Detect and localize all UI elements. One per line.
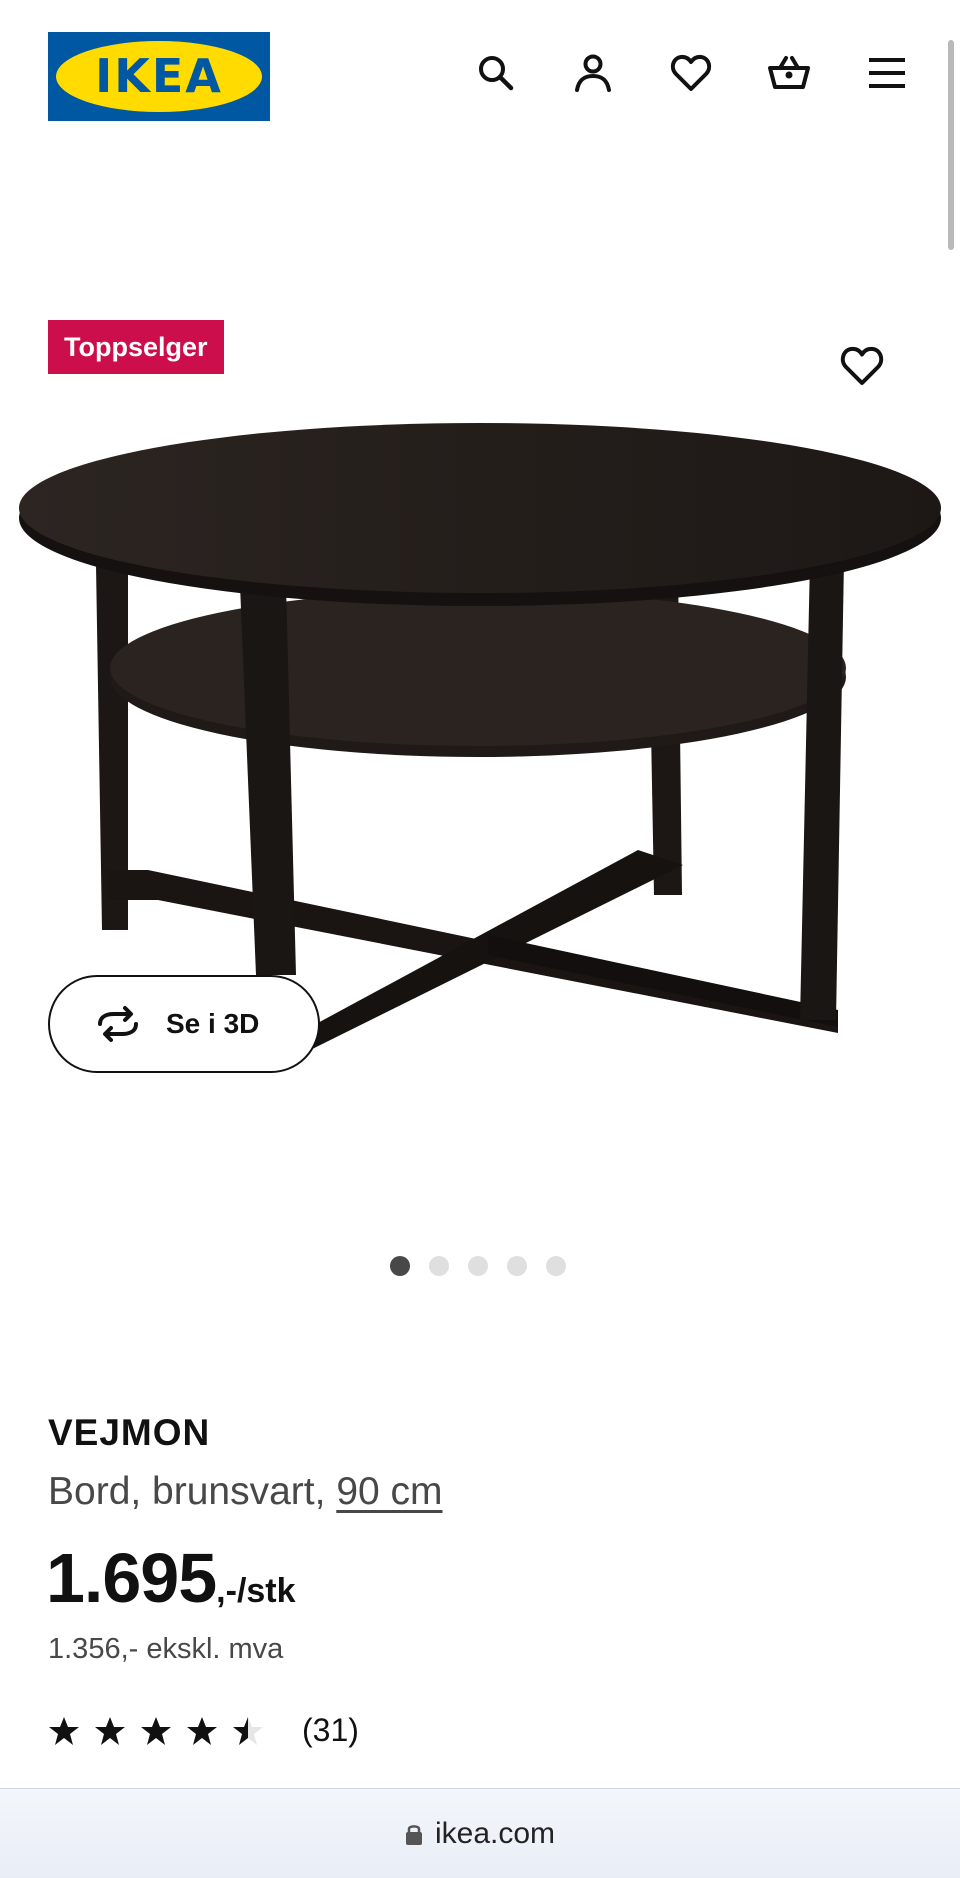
price-unit: ,-/stk bbox=[216, 1572, 296, 1610]
star-full-icon bbox=[95, 1716, 125, 1745]
star-full-icon bbox=[141, 1716, 171, 1745]
product-size-link[interactable]: 90 cm bbox=[336, 1470, 442, 1513]
account-icon[interactable] bbox=[568, 48, 618, 98]
gallery-dot[interactable] bbox=[468, 1256, 488, 1276]
gallery-pagination bbox=[390, 1256, 566, 1276]
logo-text: IKEA bbox=[95, 49, 223, 103]
product-rating[interactable]: (31) bbox=[48, 1712, 359, 1749]
menu-icon[interactable] bbox=[862, 48, 912, 98]
bestseller-badge: Toppselger bbox=[48, 320, 224, 374]
registered-mark-icon: ® bbox=[253, 54, 260, 64]
browser-url-bar[interactable]: ikea.com bbox=[0, 1788, 960, 1878]
ikea-logo[interactable]: IKEA ® bbox=[48, 32, 270, 121]
price-ex-vat: 1.356,- ekskl. mva bbox=[48, 1633, 284, 1665]
product-name: VEJMON bbox=[48, 1412, 211, 1453]
rotate-3d-icon bbox=[98, 1006, 138, 1042]
product-type: Bord, brunsvart, bbox=[48, 1470, 326, 1513]
star-full-icon bbox=[49, 1716, 79, 1745]
favourites-icon[interactable] bbox=[666, 48, 716, 98]
gallery-dot[interactable] bbox=[390, 1256, 410, 1276]
lock-icon bbox=[405, 1824, 422, 1845]
star-half-icon bbox=[233, 1716, 263, 1745]
gallery-dot[interactable] bbox=[429, 1256, 449, 1276]
view-in-3d-button[interactable]: Se i 3D bbox=[48, 975, 320, 1073]
scrollbar[interactable] bbox=[948, 40, 954, 250]
site-header: IKEA ® bbox=[0, 0, 960, 150]
search-icon[interactable] bbox=[471, 48, 521, 98]
gallery-dot[interactable] bbox=[546, 1256, 566, 1276]
product-description: Bord, brunsvart, 90 cm bbox=[48, 1470, 443, 1514]
review-count: (31) bbox=[302, 1712, 359, 1748]
basket-icon[interactable] bbox=[764, 48, 814, 98]
add-to-favourites-icon[interactable] bbox=[838, 342, 886, 390]
star-full-icon bbox=[187, 1716, 217, 1745]
url-text: ikea.com bbox=[434, 1816, 556, 1850]
product-price: 1.695,-/stk bbox=[46, 1538, 296, 1618]
gallery-dot[interactable] bbox=[507, 1256, 527, 1276]
view-in-3d-label: Se i 3D bbox=[166, 1008, 260, 1039]
price-amount: 1.695 bbox=[46, 1539, 217, 1617]
